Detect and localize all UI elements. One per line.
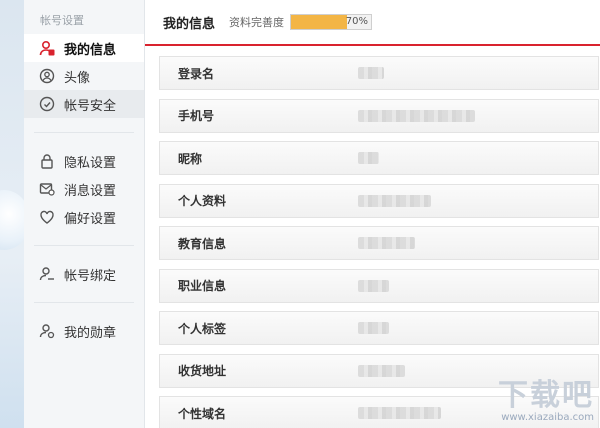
redacted-value	[358, 194, 431, 207]
info-row[interactable]: 教育信息	[159, 226, 599, 260]
main-panel: 我的信息 资料完善度 70% 登录名手机号昵称个人资料教育信息职业信息个人标签收…	[145, 0, 600, 428]
shield-icon	[38, 95, 56, 113]
info-row[interactable]: 昵称	[159, 141, 599, 175]
sidebar-item-label: 我的信息	[64, 42, 117, 58]
redacted-value	[358, 364, 405, 377]
lock-icon	[38, 152, 56, 170]
progress-text: 70%	[345, 16, 369, 27]
info-row-label: 个性域名	[178, 406, 227, 421]
info-row-label: 教育信息	[178, 236, 227, 251]
user-icon	[38, 39, 56, 57]
info-rows: 登录名手机号昵称个人资料教育信息职业信息个人标签收货地址个性域名	[145, 46, 600, 428]
sidebar-item[interactable]: 我的信息	[24, 34, 144, 62]
completion-label: 资料完善度	[229, 16, 285, 29]
info-row[interactable]: 个人资料	[159, 183, 599, 218]
sidebar-item-label: 帐号安全	[64, 98, 117, 114]
sidebar-item[interactable]: 偏好设置	[24, 203, 144, 231]
sidebar-item[interactable]: 隐私设置	[24, 147, 144, 175]
sidebar-item-label: 偏好设置	[64, 211, 117, 227]
message-icon	[38, 180, 56, 198]
watermark: 下载吧 www.xiazaiba.com	[498, 380, 594, 424]
sidebar-header: 帐号设置	[40, 14, 84, 27]
medal-icon	[38, 322, 56, 340]
info-row-label: 昵称	[178, 151, 203, 166]
progress-fill	[291, 15, 348, 29]
watermark-url: www.xiazaiba.com	[501, 412, 594, 423]
sidebar-item[interactable]: 帐号安全	[24, 90, 144, 118]
sidebar-divider	[34, 288, 134, 303]
sidebar-item-label: 隐私设置	[64, 155, 117, 171]
redacted-value	[358, 152, 379, 164]
info-row-label: 职业信息	[178, 279, 227, 293]
sidebar-divider	[34, 118, 134, 133]
sidebar-item-label: 头像	[64, 70, 91, 86]
user-link-icon	[38, 265, 56, 283]
sidebar-item-label: 消息设置	[64, 183, 117, 199]
app-window: 帐号设置 我的信息头像帐号安全隐私设置消息设置偏好设置帐号绑定我的勋章 我的信息…	[0, 0, 600, 428]
main-header: 我的信息 资料完善度 70%	[145, 0, 600, 46]
info-row-label: 个人资料	[178, 194, 227, 208]
info-row[interactable]: 手机号	[159, 98, 599, 133]
redacted-value	[358, 322, 389, 334]
sidebar-item-label: 帐号绑定	[64, 268, 117, 284]
sidebar-item[interactable]: 消息设置	[24, 175, 144, 203]
sidebar-item[interactable]: 我的勋章	[24, 317, 144, 345]
info-row-label: 登录名	[178, 66, 215, 81]
avatar-icon	[38, 67, 56, 85]
redacted-value	[358, 109, 475, 122]
watermark-logo: 下载吧	[498, 378, 594, 413]
info-row-label: 手机号	[178, 109, 215, 123]
redacted-value	[358, 237, 415, 249]
info-row[interactable]: 职业信息	[159, 268, 599, 303]
redacted-value	[358, 67, 384, 79]
info-row-label: 收货地址	[178, 364, 227, 378]
heart-icon	[38, 208, 56, 226]
completion-progress-bar: 70%	[290, 14, 373, 30]
info-row[interactable]: 登录名	[159, 56, 599, 90]
redacted-value	[358, 279, 389, 292]
info-row[interactable]: 个人标签	[159, 311, 599, 345]
redacted-value	[358, 407, 441, 419]
settings-sidebar: 帐号设置 我的信息头像帐号安全隐私设置消息设置偏好设置帐号绑定我的勋章	[24, 0, 145, 428]
sidebar-item[interactable]: 头像	[24, 62, 144, 90]
page-title: 我的信息	[163, 16, 216, 32]
sidebar-item-label: 我的勋章	[64, 325, 117, 341]
sidebar-item[interactable]: 帐号绑定	[24, 260, 144, 288]
info-row-label: 个人标签	[178, 321, 227, 336]
sidebar-divider	[34, 231, 134, 246]
